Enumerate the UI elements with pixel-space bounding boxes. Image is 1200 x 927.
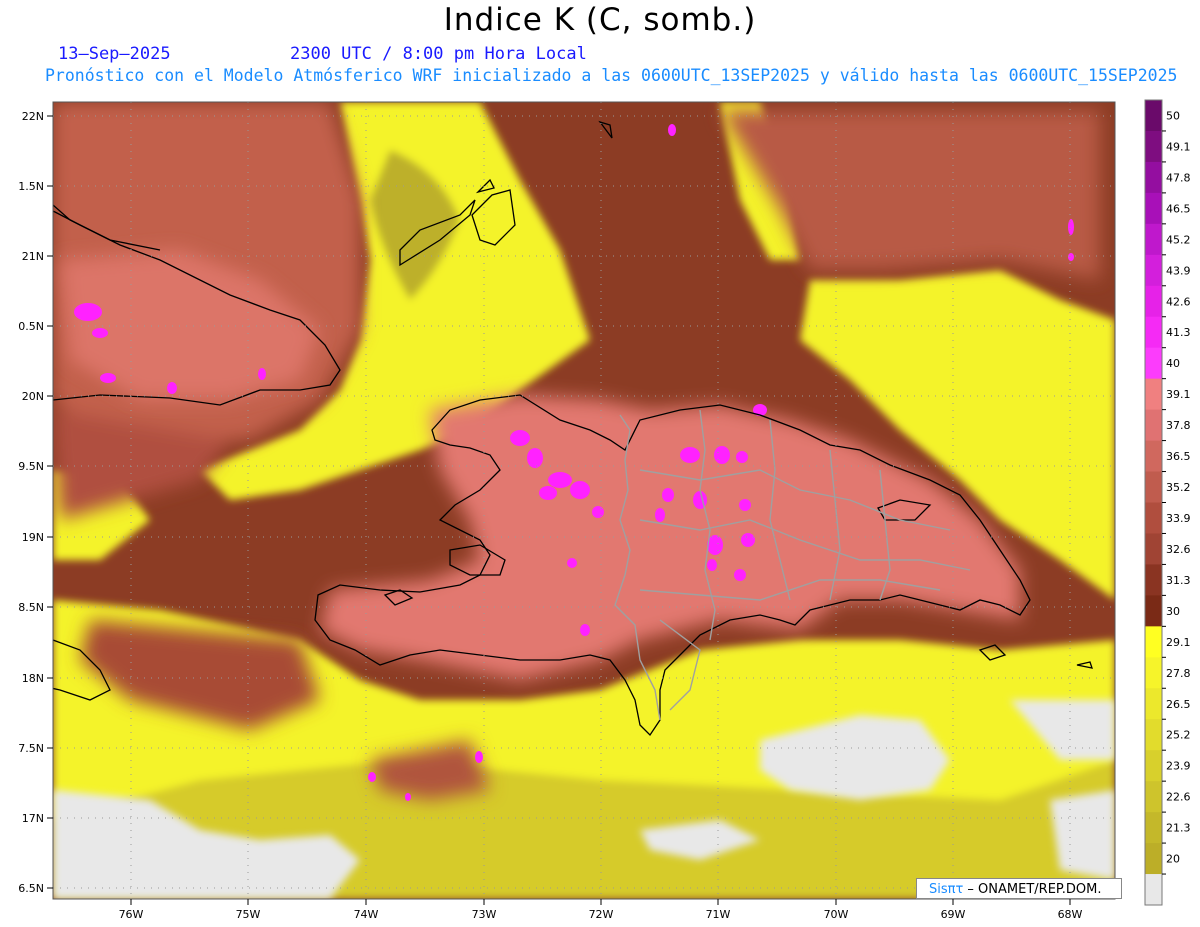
colorbar-swatch [1145,409,1162,442]
lon-label: 73W [472,908,497,921]
colorbar-swatch [1145,719,1162,751]
colorbar: 50 49.1 47.8 46.5 45.2 43.9 42.6 41.3 40 39.1 37.8… [1144,99,1191,906]
lon-label: 74W [354,908,379,921]
lat-label: 7.5N [18,742,44,755]
lat-label: 1.5N [18,180,44,193]
lat-label: 17N [22,812,44,825]
map-field [53,102,1115,899]
colorbar-label: 42.6 [1166,295,1191,308]
colorbar-label: 49.1 [1166,140,1191,153]
colorbar-swatch [1145,316,1162,349]
colorbar-swatch [1145,161,1162,194]
colorbar-swatch [1145,440,1162,473]
colorbar-swatch [1145,223,1162,256]
colorbar-swatch [1145,471,1162,503]
credit-box: Sisπτ – ONAMET/REP.DOM. [916,878,1122,899]
lon-label: 71W [706,908,731,921]
colorbar-label: 20 [1166,853,1180,866]
lon-label: 76W [119,908,144,921]
colorbar-swatch [1145,750,1162,782]
colorbar-swatch [1145,254,1162,287]
colorbar-label: 41.3 [1166,326,1191,339]
lat-label: 18N [22,672,44,685]
lat-label: 8.5N [18,601,44,614]
colorbar-label: 25.2 [1166,729,1191,742]
colorbar-swatch [1145,874,1162,906]
colorbar-swatch [1145,130,1162,163]
brand-logo: Sisπτ [929,882,964,897]
colorbar-swatch [1145,100,1162,132]
colorbar-swatch [1145,812,1162,844]
colorbar-label: 31.3 [1166,574,1191,587]
latitude-labels: 22N 1.5N 21N 0.5N 20N 9.5N 19N 8.5N 18N … [18,110,44,895]
colorbar-label: 26.5 [1166,698,1191,711]
colorbar-label: 35.2 [1166,481,1191,494]
lat-label: 19N [22,531,44,544]
colorbar-label: 23.9 [1166,760,1191,773]
colorbar-label: 36.5 [1166,450,1191,463]
colorbar-label: 22.6 [1166,791,1191,804]
lon-label: 75W [236,908,261,921]
colorbar-label: 40 [1166,357,1180,370]
colorbar-swatch [1145,347,1162,380]
colorbar-swatch [1145,595,1162,627]
colorbar-label: 27.8 [1166,667,1191,680]
colorbar-label: 32.6 [1166,543,1191,556]
colorbar-label: 39.1 [1166,388,1191,401]
lat-label: 20N [22,390,44,403]
colorbar-label: 29.1 [1166,636,1191,649]
lon-label: 69W [941,908,966,921]
colorbar-swatch [1145,285,1162,318]
colorbar-swatch [1145,192,1162,225]
colorbar-label: 21.3 [1166,822,1191,835]
colorbar-swatch [1145,688,1162,720]
credit-org: – ONAMET/REP.DOM. [963,882,1102,897]
lon-label: 72W [589,908,614,921]
colorbar-swatch [1145,564,1162,596]
colorbar-swatch [1145,657,1162,689]
lat-label: 22N [22,110,44,123]
colorbar-label: 43.9 [1166,264,1191,277]
colorbar-swatch [1145,533,1162,565]
colorbar-swatch [1145,502,1162,534]
colorbar-swatch [1145,781,1162,813]
colorbar-label: 50 [1166,109,1180,122]
weather-map: 22N 1.5N 21N 0.5N 20N 9.5N 19N 8.5N 18N … [18,99,1191,921]
longitude-labels: 76W 75W 74W 73W 72W 71W 70W 69W 68W [119,908,1083,921]
lat-label: 9.5N [18,460,44,473]
lat-label: 6.5N [18,882,44,895]
colorbar-swatch [1145,843,1162,875]
colorbar-label: 45.2 [1166,233,1191,246]
lon-label: 68W [1058,908,1083,921]
colorbar-label: 33.9 [1166,512,1191,525]
colorbar-swatch [1145,626,1162,658]
colorbar-swatch [1145,378,1162,411]
colorbar-label: 47.8 [1166,171,1191,184]
lat-label: 21N [22,250,44,263]
colorbar-label: 46.5 [1166,202,1191,215]
lat-label: 0.5N [18,320,44,333]
colorbar-label: 30 [1166,605,1180,618]
colorbar-label: 37.8 [1166,419,1191,432]
lon-label: 70W [824,908,849,921]
